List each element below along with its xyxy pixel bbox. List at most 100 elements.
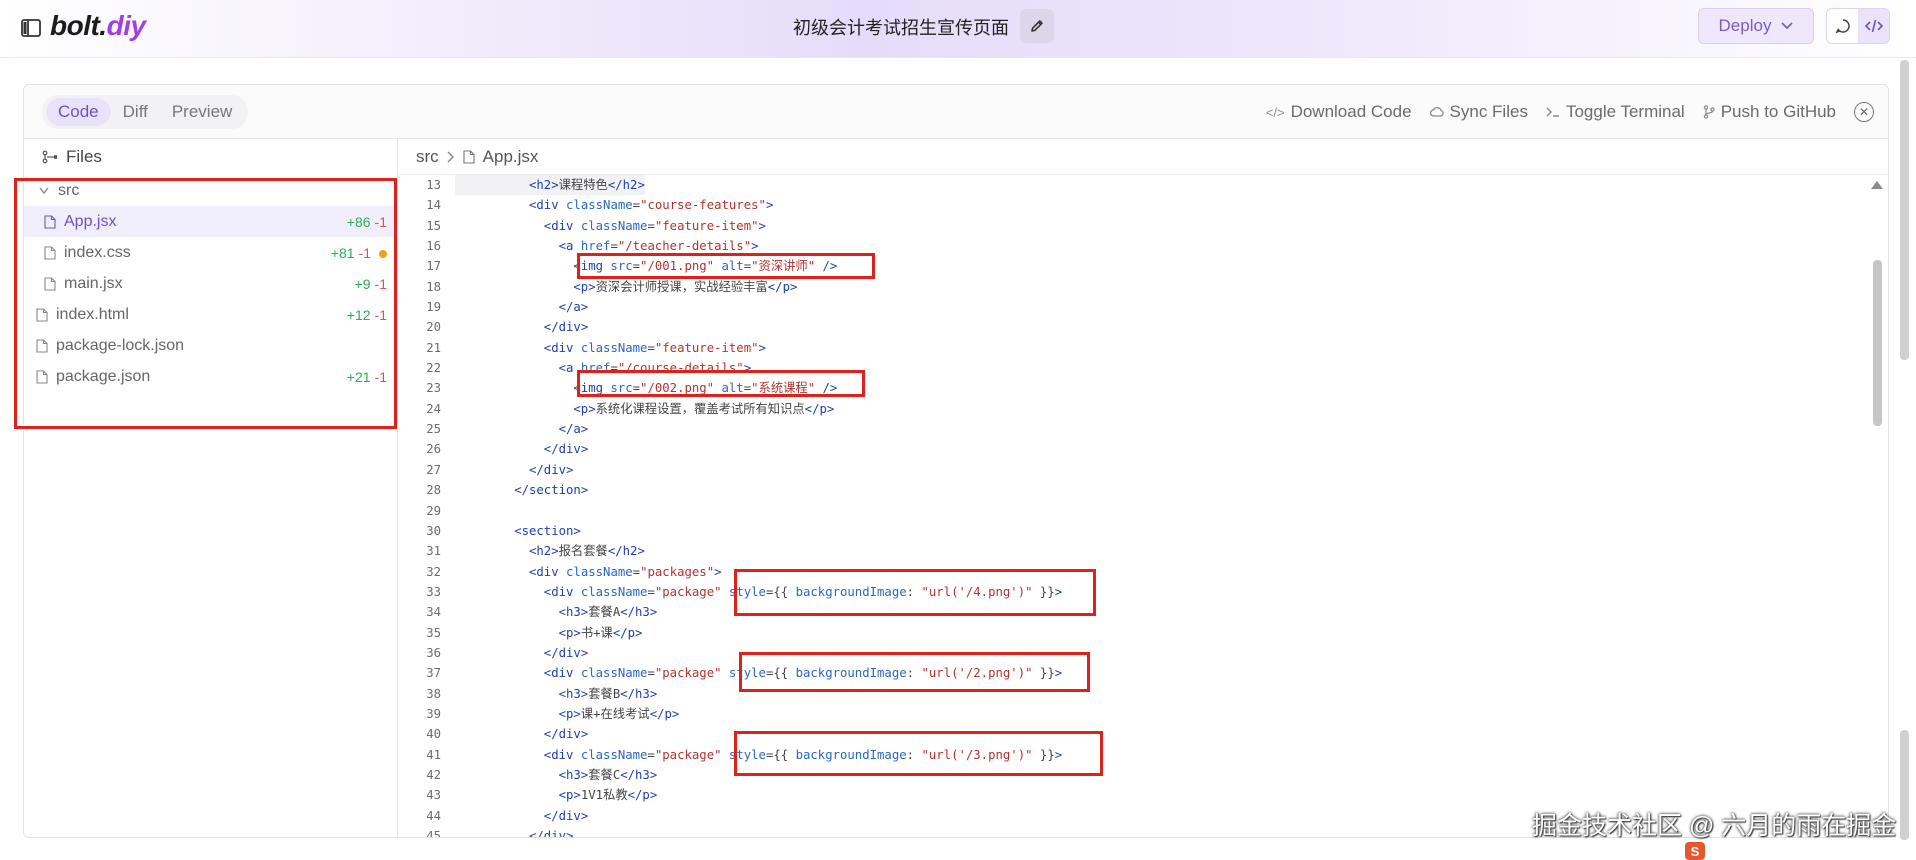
line-number: 40 bbox=[426, 727, 441, 742]
tab-code[interactable]: Code bbox=[46, 98, 111, 126]
code-text: </div> bbox=[455, 439, 588, 459]
file-diff-stats: +86 -1 bbox=[347, 214, 387, 230]
line-number: 28 bbox=[426, 483, 441, 498]
line-number: 21 bbox=[426, 340, 441, 355]
code-view-toggle-button[interactable] bbox=[1858, 9, 1889, 43]
tab-preview[interactable]: Preview bbox=[160, 98, 244, 126]
file-tree-item-label: index.html bbox=[56, 305, 129, 323]
line-number: 13 bbox=[426, 178, 441, 192]
code-line: 35 <p>书+课</p> bbox=[398, 623, 1888, 643]
code-token: = bbox=[743, 259, 752, 274]
page-scrollbar-thumb[interactable] bbox=[1900, 60, 1909, 360]
code-text: <p>系统化课程设置，覆盖考试所有知识点</p> bbox=[455, 399, 834, 419]
line-number: 42 bbox=[426, 767, 441, 782]
download-code-button[interactable]: </> Download Code bbox=[1266, 102, 1412, 122]
code-token: 报名套餐 bbox=[558, 544, 608, 559]
code-line: 32 <div className="packages"> bbox=[398, 562, 1888, 582]
file-tree-file[interactable]: App.jsx +86 -1 bbox=[24, 206, 397, 237]
code-token: <img bbox=[573, 381, 611, 396]
code-text: </a> bbox=[455, 297, 589, 317]
file-tree-file[interactable]: index.html +12 -1 bbox=[24, 299, 397, 330]
code-token: style bbox=[728, 747, 766, 762]
push-to-github-button[interactable]: Push to GitHub bbox=[1703, 102, 1836, 122]
download-code-label: Download Code bbox=[1290, 102, 1412, 121]
code-token: "url('/3.png')" bbox=[921, 747, 1033, 762]
line-number: 34 bbox=[426, 605, 441, 620]
file-diff-stats: +9 -1 bbox=[355, 276, 387, 292]
toggle-terminal-button[interactable]: Toggle Terminal bbox=[1546, 102, 1685, 122]
code-token: <div bbox=[529, 198, 567, 213]
sync-files-button[interactable]: Sync Files bbox=[1429, 102, 1528, 122]
code-token: </p> bbox=[804, 401, 835, 416]
code-token: </section> bbox=[514, 483, 589, 498]
code-token: <section> bbox=[514, 523, 581, 538]
line-number: 29 bbox=[426, 503, 441, 518]
code-content[interactable]: 13 <h2>课程特色</h2> 14 <div className="course-… bbox=[398, 175, 1888, 837]
code-token: }} bbox=[1032, 584, 1055, 599]
toggle-terminal-label: Toggle Terminal bbox=[1565, 102, 1685, 121]
close-workbench-icon[interactable]: ✕ bbox=[1854, 102, 1874, 122]
deploy-button[interactable]: Deploy bbox=[1698, 8, 1814, 44]
code-token: </div> bbox=[543, 645, 589, 660]
code-token: "/teacher-details" bbox=[617, 239, 752, 254]
code-token: > bbox=[1054, 584, 1063, 599]
code-token: </div> bbox=[543, 320, 589, 335]
code-token: = bbox=[743, 381, 752, 396]
code-text: <h3>套餐B</h3> bbox=[455, 684, 658, 704]
code-token: "资深讲师" bbox=[751, 259, 816, 274]
code-token: "package" bbox=[654, 584, 722, 599]
sidebar-toggle-icon[interactable] bbox=[20, 17, 42, 39]
line-number: 15 bbox=[426, 218, 441, 233]
code-line: 27 </div> bbox=[398, 460, 1888, 480]
breadcrumb-file[interactable]: App.jsx bbox=[483, 147, 539, 167]
bolt-diy-logo[interactable]: bolt.diy bbox=[50, 10, 146, 42]
file-diff-stats: +21 -1 bbox=[347, 369, 387, 385]
code-token: </h3> bbox=[620, 605, 658, 620]
code-token: style bbox=[728, 666, 766, 681]
line-number: 23 bbox=[426, 381, 441, 396]
code-token: : bbox=[906, 666, 922, 681]
line-number: 33 bbox=[426, 584, 441, 599]
editor-scroll-thumb[interactable] bbox=[1873, 260, 1882, 426]
line-number: 16 bbox=[426, 239, 441, 254]
file-tree-folder[interactable]: src bbox=[24, 175, 397, 206]
code-token: alt bbox=[721, 381, 744, 396]
code-token: className bbox=[580, 340, 648, 355]
added-count: +21 bbox=[346, 368, 371, 385]
file-icon bbox=[463, 149, 475, 164]
code-token: 书+课 bbox=[580, 625, 613, 640]
file-tree-file[interactable]: main.jsx +9 -1 bbox=[24, 268, 397, 299]
removed-count: -1 bbox=[374, 368, 387, 385]
file-tree-file[interactable]: package.json +21 -1 bbox=[24, 361, 397, 392]
edit-title-button[interactable] bbox=[1020, 9, 1054, 43]
breadcrumb-folder[interactable]: src bbox=[416, 147, 439, 167]
scroll-up-arrow-icon[interactable] bbox=[1871, 181, 1883, 189]
view-toggle-group bbox=[1826, 8, 1890, 44]
sync-files-label: Sync Files bbox=[1449, 102, 1528, 121]
file-tree-item-label: index.css bbox=[64, 243, 131, 261]
code-token: = bbox=[610, 361, 618, 376]
code-text: <h2>课程特色</h2> bbox=[455, 175, 645, 196]
code-token: > bbox=[1054, 666, 1063, 681]
chat-toggle-button[interactable] bbox=[1827, 9, 1858, 43]
code-line: 28 </section> bbox=[398, 480, 1888, 500]
code-text: <p>资深会计师授课，实战经验丰富</p> bbox=[455, 277, 797, 297]
line-number: 37 bbox=[426, 666, 441, 681]
code-token: <p> bbox=[573, 401, 596, 416]
page-scrollbar-thumb-lower[interactable] bbox=[1900, 730, 1909, 840]
code-line: 14 <div className="course-features"> bbox=[398, 195, 1888, 215]
tab-diff[interactable]: Diff bbox=[111, 98, 160, 126]
line-number: 31 bbox=[426, 544, 441, 559]
code-token: backgroundImage bbox=[795, 747, 907, 762]
editor-scrollbar[interactable] bbox=[1871, 175, 1886, 837]
code-token: <h2> bbox=[529, 544, 559, 559]
code-text: </a> bbox=[455, 419, 589, 439]
file-tree-file[interactable]: package-lock.json bbox=[24, 330, 397, 361]
file-tree-file[interactable]: index.css +81 -1 bbox=[24, 237, 397, 268]
removed-count: -1 bbox=[374, 213, 387, 230]
code-token: </h2> bbox=[607, 544, 645, 559]
code-token: 资深会计师授课，实战经验丰富 bbox=[595, 279, 768, 294]
added-count: +9 bbox=[354, 275, 371, 292]
file-tree-item-label: App.jsx bbox=[64, 212, 117, 230]
line-number: 22 bbox=[426, 361, 441, 376]
